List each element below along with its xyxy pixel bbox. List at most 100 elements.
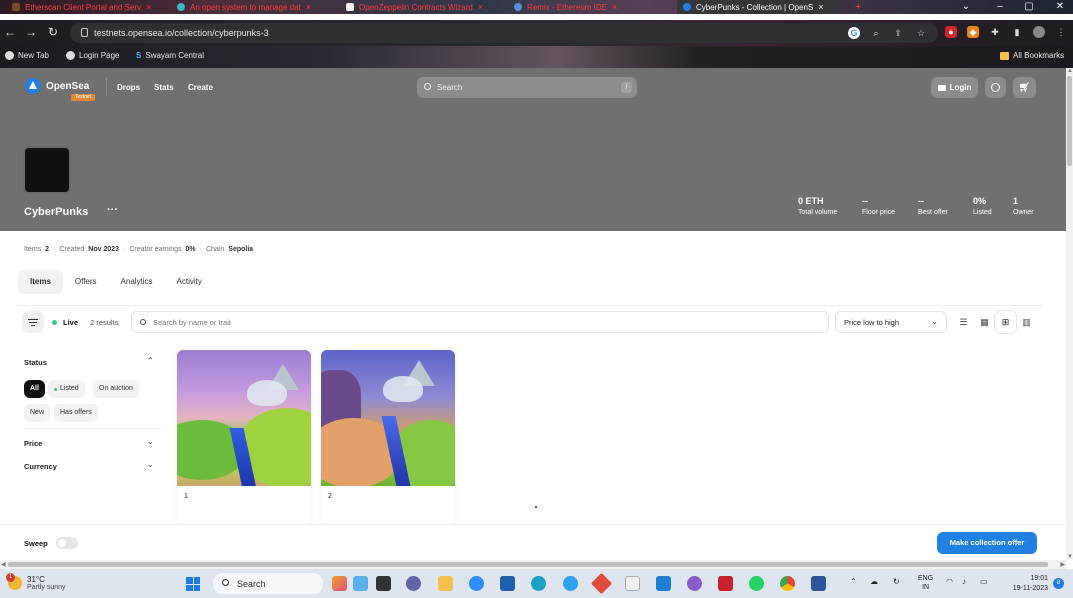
cart-button[interactable]: 🛒︎ — [1013, 77, 1036, 98]
bookmark-login-page[interactable]: Login Page — [66, 51, 119, 60]
browser-tab-cyberpunks[interactable]: CyberPunks - Collection | OpenS × — [677, 0, 842, 14]
brand-name[interactable]: OpenSea — [46, 81, 89, 92]
tray-overflow-icon[interactable]: ⌃ — [850, 577, 857, 586]
close-tab-icon[interactable]: × — [818, 2, 823, 12]
close-tab-icon[interactable]: × — [146, 2, 151, 12]
onedrive-icon[interactable]: ☁ — [870, 577, 878, 586]
tor-browser-icon[interactable] — [687, 576, 702, 591]
system-clock[interactable]: 19:01 19-11-2023 — [1004, 574, 1048, 594]
minimize-icon[interactable]: – — [985, 0, 1015, 14]
close-window-icon[interactable]: ✕ — [1045, 0, 1073, 14]
scroll-thumb[interactable] — [1067, 76, 1072, 166]
whatsapp-app-icon[interactable] — [749, 576, 764, 591]
address-bar[interactable]: testnets.opensea.io/collection/cyberpunk… — [70, 23, 938, 43]
profile-avatar[interactable] — [1033, 26, 1045, 38]
horizontal-scrollbar[interactable]: ◀ ▶ — [0, 560, 1066, 569]
nav-create[interactable]: Create — [188, 83, 213, 92]
bookmark-swayam[interactable]: S Swayam Central — [136, 51, 204, 60]
sync-icon[interactable]: ↻ — [893, 577, 900, 586]
windows-start-icon[interactable] — [186, 577, 200, 591]
chevron-down-icon[interactable]: ⌄ — [147, 460, 154, 469]
scroll-left-icon[interactable]: ◀ — [1, 561, 6, 568]
scroll-thumb[interactable] — [8, 562, 1048, 567]
bookmark-star-icon[interactable]: ☆ — [915, 27, 927, 39]
opensea-logo-icon[interactable] — [25, 78, 41, 94]
chevron-up-icon[interactable]: ⌃ — [147, 356, 154, 365]
browser-menu-icon[interactable]: ⋮ — [1055, 26, 1067, 38]
tab-activity[interactable]: Activity — [165, 270, 214, 294]
metamask-icon[interactable]: ◆ — [967, 26, 979, 38]
sort-select[interactable]: Price low to high ⌄ — [835, 311, 947, 333]
profile-button[interactable] — [985, 77, 1006, 98]
close-tab-icon[interactable]: × — [306, 2, 311, 12]
price-filter-heading[interactable]: Price — [24, 439, 42, 448]
language-indicator[interactable]: ENG IN — [918, 574, 933, 592]
scroll-down-icon[interactable]: ▼ — [1067, 554, 1073, 560]
all-bookmarks[interactable]: All Bookmarks — [1000, 51, 1064, 60]
share-icon[interactable]: ⇪ — [892, 27, 904, 39]
maximize-icon[interactable]: ▢ — [1014, 0, 1044, 14]
status-all-option[interactable]: All — [24, 380, 45, 398]
weather-widget[interactable]: 1 31°C Partly sunny — [6, 573, 66, 591]
store-app-icon[interactable] — [500, 576, 515, 591]
browser-tab-open-system[interactable]: An open system to manage dat × — [171, 0, 336, 14]
status-on-auction-option[interactable]: On auction — [93, 380, 139, 398]
item-search-input[interactable]: Search by name or trait — [131, 311, 829, 333]
tab-items[interactable]: Items — [18, 270, 63, 294]
login-button[interactable]: Login — [931, 77, 978, 98]
chevron-down-icon[interactable]: ⌄ — [147, 437, 154, 446]
scroll-right-icon[interactable]: ▶ — [1060, 561, 1065, 568]
browser-tab-remix[interactable]: Remix - Ethereum IDE × — [508, 0, 673, 14]
tab-offers[interactable]: Offers — [63, 270, 109, 294]
google-icon[interactable]: G — [848, 27, 860, 39]
more-options-icon[interactable]: ··· — [107, 204, 118, 216]
chrome-app-icon[interactable] — [780, 576, 795, 591]
back-icon[interactable]: ← — [3, 25, 17, 39]
status-has-offers-option[interactable]: Has offers — [54, 404, 98, 422]
forward-icon[interactable]: → — [24, 25, 38, 39]
reload-icon[interactable]: ↻ — [46, 25, 60, 39]
status-listed-option[interactable]: Listed — [48, 380, 85, 398]
notes-app-icon[interactable] — [625, 576, 640, 591]
widgets-app-icon[interactable] — [332, 576, 347, 591]
list-view-icon[interactable]: ☰ — [953, 311, 974, 333]
close-tab-icon[interactable]: × — [612, 2, 617, 12]
taskbar-search[interactable]: Search — [213, 573, 323, 594]
status-new-option[interactable]: New — [24, 404, 51, 422]
git-app-icon[interactable] — [590, 572, 613, 595]
browser-tab-etherscan[interactable]: Etherscan Client Portal and Serv × — [6, 0, 171, 14]
word-app-icon[interactable] — [811, 576, 826, 591]
battery-icon[interactable]: ▭ — [980, 577, 988, 586]
tab-search-chevron-icon[interactable]: ⌄ — [951, 0, 981, 14]
bookmark-new-tab[interactable]: New Tab — [5, 51, 49, 60]
file-explorer-icon[interactable] — [438, 576, 453, 591]
grid-small-icon[interactable]: ▦ — [974, 311, 995, 333]
zoom-icon[interactable]: ⌕ — [870, 27, 882, 39]
browser-tab-openzeppelin[interactable]: OpenZeppelin Contracts Wizard × — [340, 0, 505, 14]
vertical-scrollbar[interactable]: ▲ ▼ — [1066, 68, 1073, 560]
nav-drops[interactable]: Drops — [117, 83, 140, 92]
vscode-app-icon[interactable] — [656, 576, 671, 591]
sweep-toggle[interactable] — [56, 537, 78, 549]
nav-stats[interactable]: Stats — [154, 83, 174, 92]
side-panel-icon[interactable]: ▮ — [1011, 26, 1023, 38]
filter-toggle-button[interactable] — [22, 311, 44, 333]
new-tab-icon[interactable]: + — [855, 1, 861, 13]
task-view-icon[interactable] — [376, 576, 391, 591]
extension-red-icon[interactable]: ● — [945, 26, 957, 38]
notification-badge[interactable]: 8 — [1053, 578, 1064, 589]
status-filter-heading[interactable]: Status — [24, 358, 47, 367]
grid-medium-icon[interactable]: ⊞ — [995, 311, 1016, 333]
zoom-app-icon[interactable] — [469, 576, 484, 591]
mcafee-app-icon[interactable] — [718, 576, 733, 591]
volume-icon[interactable]: ♪ — [962, 577, 966, 586]
currency-filter-heading[interactable]: Currency — [24, 462, 57, 471]
nft-card[interactable]: 1 — [177, 350, 311, 525]
python-app-icon[interactable] — [563, 576, 578, 591]
edge-browser-icon[interactable] — [531, 576, 546, 591]
make-collection-offer-button[interactable]: Make collection offer — [937, 532, 1037, 554]
extensions-puzzle-icon[interactable]: ✚ — [989, 26, 1001, 38]
photos-app-icon[interactable] — [353, 576, 368, 591]
tab-analytics[interactable]: Analytics — [109, 270, 165, 294]
global-search-input[interactable]: Search / — [417, 77, 637, 98]
